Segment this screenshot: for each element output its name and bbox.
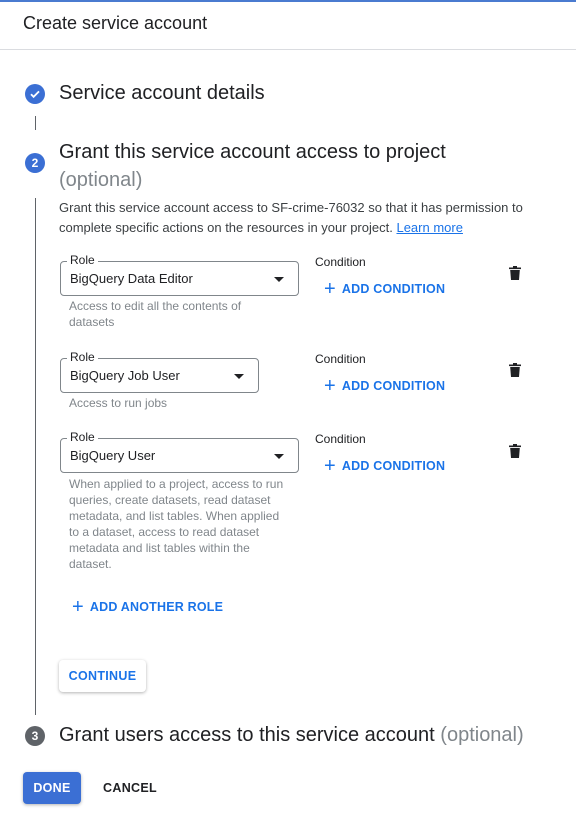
plus-icon: + [324, 455, 336, 477]
step-connector [35, 116, 36, 130]
step-complete-check-icon [25, 84, 45, 104]
step-2-optional: (optional) [59, 169, 143, 191]
dropdown-arrow-icon [274, 454, 284, 459]
step-1-title[interactable]: Service account details [59, 82, 265, 105]
role-help-text: When applied to a project, access to run… [69, 477, 284, 571]
role-select[interactable]: Role BigQuery User [60, 430, 299, 473]
role-label: Role [67, 350, 98, 364]
step-3-title[interactable]: Grant users access to this service accou… [59, 724, 524, 747]
role-label: Role [67, 430, 98, 444]
top-accent-bar [0, 0, 576, 2]
dropdown-arrow-icon [234, 374, 244, 379]
step-2-number: 2 [25, 153, 45, 173]
dropdown-arrow-icon [274, 277, 284, 282]
add-another-role-label: ADD ANOTHER ROLE [89, 600, 224, 614]
delete-trash-icon[interactable] [509, 266, 521, 280]
plus-icon: + [324, 278, 336, 300]
plus-icon: + [324, 375, 336, 397]
condition-label: Condition [315, 255, 366, 269]
page-title: Create service account [23, 13, 208, 33]
condition-label: Condition [315, 432, 366, 446]
delete-trash-icon[interactable] [509, 363, 521, 377]
role-select[interactable]: Role BigQuery Job User [60, 350, 259, 393]
step-2-description: Grant this service account access to SF-… [59, 198, 539, 238]
role-value: BigQuery Job User [70, 368, 180, 383]
add-condition-label: ADD CONDITION [341, 282, 446, 296]
role-select[interactable]: Role BigQuery Data Editor [60, 253, 299, 296]
add-condition-button[interactable]: + ADD CONDITION [324, 278, 446, 300]
step-connector [35, 198, 36, 715]
add-condition-label: ADD CONDITION [341, 379, 446, 393]
add-condition-label: ADD CONDITION [341, 459, 446, 473]
step-2-title: Grant this service account access to pro… [59, 138, 446, 194]
condition-label: Condition [315, 352, 366, 366]
cancel-button[interactable]: CANCEL [96, 772, 164, 804]
done-button[interactable]: DONE [23, 772, 81, 804]
add-condition-button[interactable]: + ADD CONDITION [324, 455, 446, 477]
delete-trash-icon[interactable] [509, 444, 521, 458]
header-divider [0, 49, 576, 50]
role-value: BigQuery Data Editor [70, 271, 193, 286]
continue-button[interactable]: CONTINUE [59, 660, 146, 692]
add-condition-button[interactable]: + ADD CONDITION [324, 375, 446, 397]
role-label: Role [67, 253, 98, 267]
plus-icon: + [72, 596, 84, 618]
learn-more-link[interactable]: Learn more [396, 220, 462, 235]
step-3-optional: (optional) [440, 724, 524, 746]
step-2-title-text: Grant this service account access to pro… [59, 141, 446, 163]
role-help-text: Access to run jobs [69, 396, 168, 410]
step-3-number: 3 [25, 726, 45, 746]
add-another-role-button[interactable]: + ADD ANOTHER ROLE [72, 596, 224, 618]
step-3-title-text: Grant users access to this service accou… [59, 724, 435, 746]
role-value: BigQuery User [70, 448, 156, 463]
role-help-text: Access to edit all the contents of datas… [69, 299, 242, 329]
